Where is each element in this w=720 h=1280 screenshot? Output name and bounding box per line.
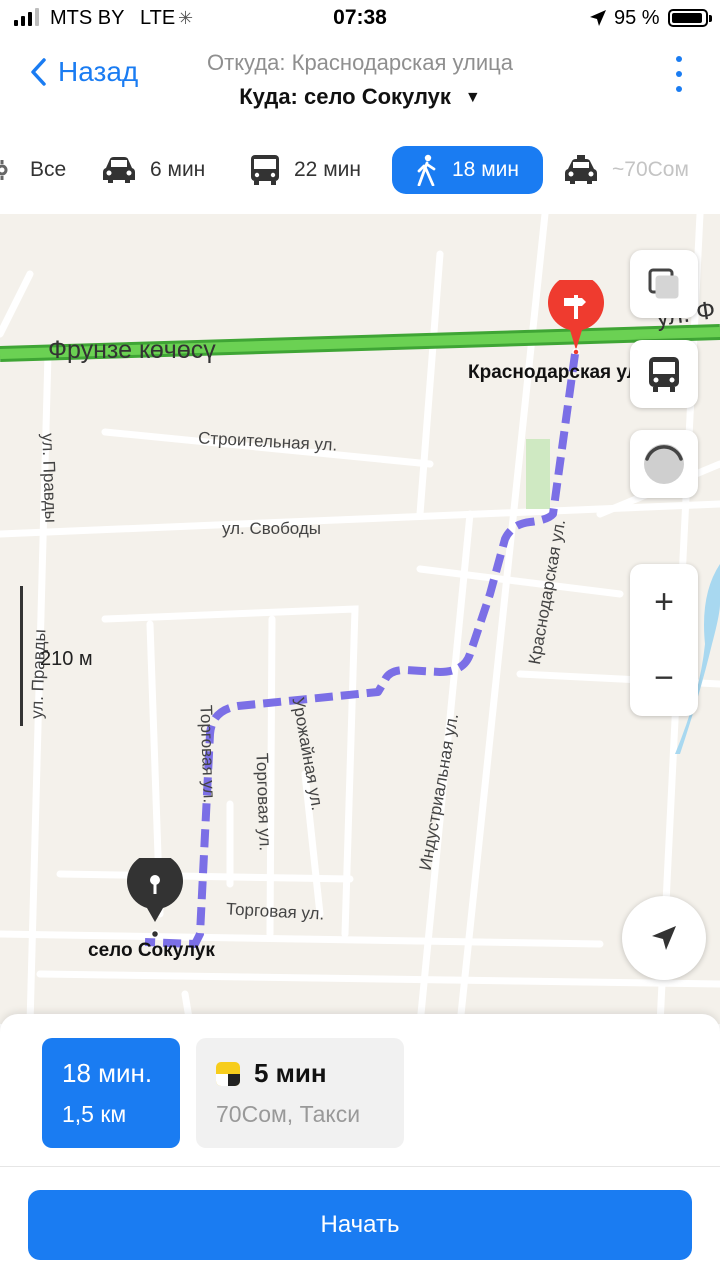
walk-distance: 1,5 км (62, 1101, 127, 1127)
start-pin[interactable] (548, 274, 604, 356)
origin-label: Краснодарская ул (468, 362, 639, 383)
map-view[interactable]: Фрунзе көчөсү ул. Ф Строительная ул. ул.… (0, 214, 720, 1024)
car-icon (103, 157, 135, 183)
bus-icon (251, 155, 279, 185)
street-label-svobody: ул. Свободы (222, 519, 322, 538)
walk-route-card[interactable]: 18 мин. 1,5 км (42, 1038, 180, 1148)
tab-bus[interactable]: 22 мин (250, 146, 361, 194)
zoom-out-button[interactable]: − (630, 640, 698, 716)
signpost-icon (548, 274, 604, 356)
start-navigation-button[interactable]: Начать (28, 1190, 692, 1260)
taxi-detail: 70Сом, Такси (216, 1101, 361, 1127)
yandex-taxi-icon (216, 1061, 240, 1086)
map-scale-label: 210 м (40, 648, 93, 670)
status-time: 07:38 (333, 6, 387, 29)
tab-label: 18 мин (452, 158, 519, 181)
street-label-torgovaya-vertical-2: Торговая ул. (252, 752, 275, 852)
more-menu-button[interactable] (674, 56, 684, 92)
transit-layer-button[interactable] (630, 340, 698, 408)
street-label-torgovaya-vertical: Торговая ул. (196, 704, 219, 804)
walk-time: 18 мин. (62, 1058, 153, 1088)
destination-label: село Сокулук (88, 940, 215, 961)
pedestrian-icon (417, 154, 436, 186)
taxi-route-card[interactable]: 5 мин 70Сом, Такси (196, 1038, 404, 1148)
battery-percent: 95 % (614, 7, 660, 29)
tab-car[interactable]: 6 мин (102, 146, 205, 194)
tab-label: 22 мин (294, 158, 361, 181)
taxi-icon (565, 155, 597, 184)
location-arrow-icon (588, 8, 608, 33)
street-label-frunze: Фрунзе көчөсү (48, 336, 216, 364)
route-from-field[interactable]: Откуда: Краснодарская улица (0, 50, 720, 76)
status-bar: MTS BY LTE ✳ 07:38 95 % (0, 0, 720, 38)
tab-label: Все (30, 158, 67, 181)
transport-mode-tabs: Все 6 мин 22 мин 18 мин ~70Сом (0, 140, 720, 200)
bus-icon (649, 357, 679, 392)
battery-icon (668, 9, 712, 27)
divider (0, 1166, 720, 1167)
route-header: Назад Откуда: Краснодарская улица Куда: … (0, 38, 720, 128)
my-location-button[interactable] (622, 896, 706, 980)
route-summary-sheet: 18 мин. 1,5 км 5 мин 70Сом, Такси Начать (0, 1014, 720, 1280)
all-modes-icon (0, 160, 8, 180)
map-pin-icon (127, 853, 183, 939)
speedometer-icon (644, 444, 684, 484)
tab-label: ~70Сом (612, 158, 689, 181)
tab-all-modes[interactable]: Все (0, 146, 66, 194)
tab-pedestrian[interactable]: 18 мин (392, 146, 543, 194)
route-to-label: Куда: село Сокулук (239, 84, 451, 109)
zoom-in-button[interactable]: + (630, 564, 698, 640)
caret-down-icon: ▼ (464, 89, 481, 106)
navigation-arrow-icon (652, 926, 676, 950)
street-label-pravdy-bottom: ул. Правды (27, 628, 50, 720)
speed-indicator-button[interactable] (630, 430, 698, 498)
street-label-pravdy-top: ул. Правды (38, 432, 61, 524)
tab-taxi[interactable]: ~70Сом (564, 146, 689, 194)
layers-icon (648, 268, 679, 299)
map-layers-button[interactable] (630, 250, 698, 318)
zoom-controls: + − (630, 564, 698, 716)
route-to-field[interactable]: Куда: село Сокулук ▼ (0, 84, 720, 110)
tab-label: 6 мин (150, 158, 206, 181)
taxi-time: 5 мин (254, 1058, 327, 1088)
end-pin[interactable] (127, 853, 183, 939)
